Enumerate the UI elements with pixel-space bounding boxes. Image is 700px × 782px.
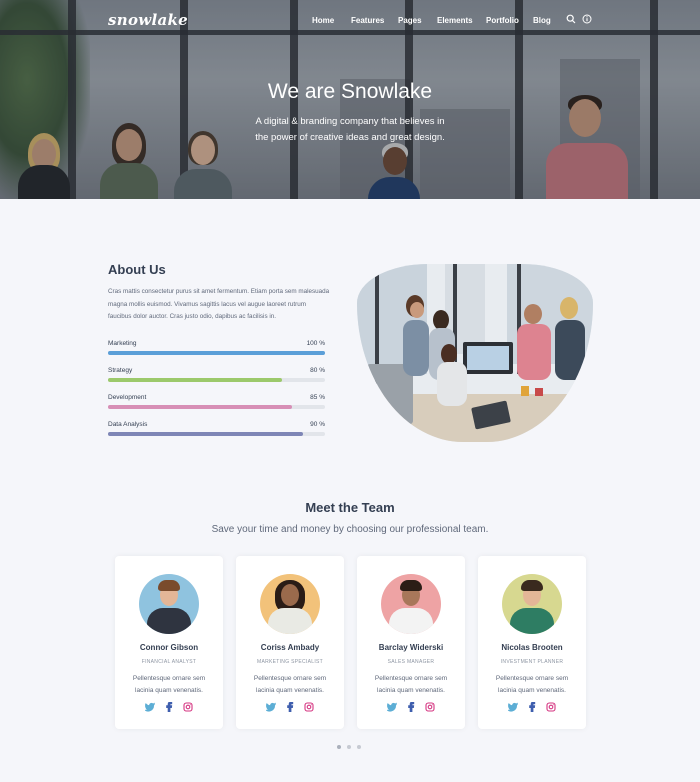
progress-fill: [108, 378, 282, 382]
twitter-icon[interactable]: [266, 702, 276, 712]
team-subtitle: Save your time and money by choosing our…: [211, 524, 489, 535]
progress-fill: [108, 351, 325, 355]
avatar-hair: [521, 580, 543, 591]
skill-label: Development: [108, 394, 147, 401]
progress-track: [108, 378, 325, 382]
skill-percent: 85 %: [310, 394, 325, 401]
progress-track: [108, 351, 325, 355]
team-card: Coriss Ambady MARKETING SPECIALIST Pelle…: [236, 556, 344, 729]
avatar: [502, 574, 562, 634]
carousel-dot[interactable]: [337, 745, 341, 749]
about-title: About Us: [108, 262, 166, 277]
team-card: Nicolas Brooten INVESTMENT PLANNER Pelle…: [478, 556, 586, 729]
instagram-icon[interactable]: [425, 702, 435, 712]
avatar-body: [389, 608, 433, 634]
progress-track: [108, 432, 325, 436]
avatar-body: [147, 608, 191, 634]
team-card: Barclay Widerski SALES MANAGER Pellentes…: [357, 556, 465, 729]
skill-label: Data Analysis: [108, 421, 148, 428]
avatar-body: [510, 608, 554, 634]
avatar-head: [281, 584, 299, 606]
hero-section: snowlake Home Features Pages Elements Po…: [0, 0, 700, 199]
member-bio: Pellentesque ornare sem lacinia quam ven…: [253, 675, 327, 694]
hero-subtitle: A digital & branding company that believ…: [255, 116, 445, 143]
instagram-icon[interactable]: [546, 702, 556, 712]
member-bio: Pellentesque ornare sem lacinia quam ven…: [495, 675, 569, 694]
nav-item-elements[interactable]: Elements: [437, 16, 473, 25]
member-role: MARKETING SPECIALIST: [256, 659, 323, 665]
team-card: Connor Gibson FINANCIAL ANALYST Pellente…: [115, 556, 223, 729]
progress-track: [108, 405, 325, 409]
skill-percent: 100 %: [306, 340, 325, 347]
instagram-icon[interactable]: [183, 702, 193, 712]
member-role: INVESTMENT PLANNER: [500, 659, 564, 665]
carousel-dot[interactable]: [347, 745, 351, 749]
facebook-icon[interactable]: [527, 702, 537, 712]
skill-label: Strategy: [108, 367, 133, 374]
search-icon[interactable]: [566, 14, 576, 24]
member-name: Nicolas Brooten: [501, 643, 563, 652]
twitter-icon[interactable]: [508, 702, 518, 712]
logo[interactable]: snowlake: [108, 11, 188, 29]
nav-item-features[interactable]: Features: [351, 16, 384, 25]
info-icon[interactable]: [582, 14, 592, 24]
avatar-hair: [400, 580, 422, 591]
progress-fill: [108, 432, 304, 436]
twitter-icon[interactable]: [145, 702, 155, 712]
twitter-icon[interactable]: [387, 702, 397, 712]
nav-item-pages[interactable]: Pages: [398, 16, 422, 25]
navbar: snowlake Home Features Pages Elements Po…: [0, 0, 700, 40]
carousel-dot[interactable]: [357, 745, 361, 749]
member-bio: Pellentesque ornare sem lacinia quam ven…: [132, 675, 206, 694]
office-photo: [357, 264, 593, 442]
facebook-icon[interactable]: [164, 702, 174, 712]
avatar: [139, 574, 199, 634]
member-name: Coriss Ambady: [260, 643, 320, 652]
facebook-icon[interactable]: [285, 702, 295, 712]
skill-percent: 80 %: [310, 367, 325, 374]
facebook-icon[interactable]: [406, 702, 416, 712]
nav-item-portfolio[interactable]: Portfolio: [486, 16, 519, 25]
about-image: [357, 264, 593, 442]
avatar: [260, 574, 320, 634]
avatar-hair: [158, 580, 180, 591]
member-role: SALES MANAGER: [387, 659, 435, 665]
progress-fill: [108, 405, 293, 409]
avatar: [381, 574, 441, 634]
team-title: Meet the Team: [305, 500, 395, 515]
skill-label: Marketing: [108, 340, 137, 347]
member-role: FINANCIAL ANALYST: [141, 659, 197, 665]
member-bio: Pellentesque ornare sem lacinia quam ven…: [374, 675, 448, 694]
nav-item-blog[interactable]: Blog: [533, 16, 551, 25]
member-name: Connor Gibson: [139, 643, 199, 652]
member-name: Barclay Widerski: [378, 643, 444, 652]
nav-item-home[interactable]: Home: [312, 16, 334, 25]
about-text: Cras mattis consectetur purus sit amet f…: [108, 288, 330, 320]
instagram-icon[interactable]: [304, 702, 314, 712]
hero-title: We are Snowlake: [267, 80, 433, 103]
avatar-body: [268, 608, 312, 634]
skill-percent: 90 %: [310, 421, 325, 428]
